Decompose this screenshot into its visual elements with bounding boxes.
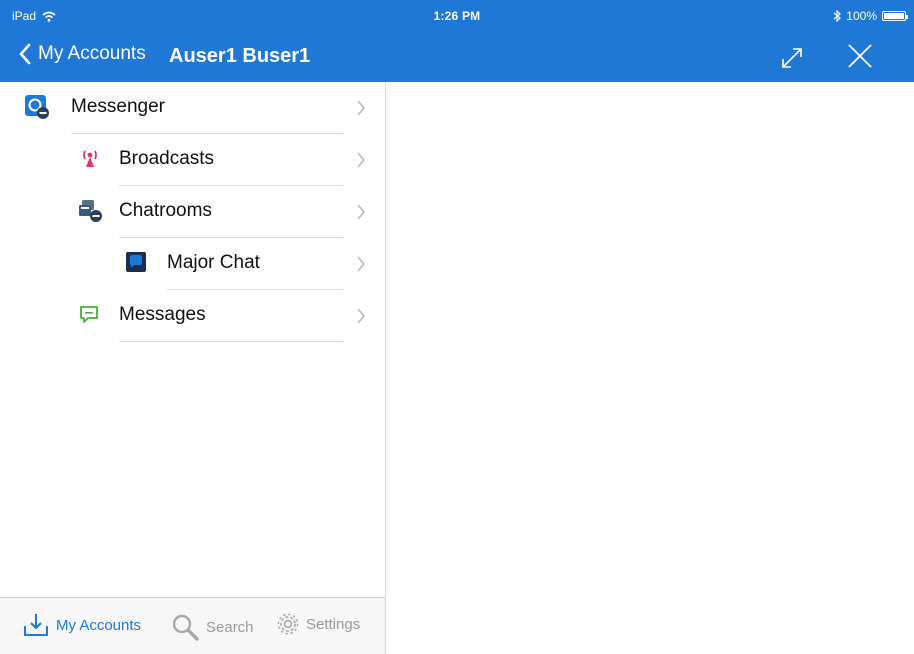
chevron-right-icon xyxy=(357,152,366,168)
tab-my-accounts[interactable]: My Accounts xyxy=(22,612,141,638)
close-icon[interactable] xyxy=(846,42,874,70)
sidebar-item-messages[interactable]: Messages xyxy=(0,290,385,342)
sidebar-item-label: Major Chat xyxy=(167,252,260,273)
tab-settings[interactable]: Settings xyxy=(276,612,360,636)
sidebar-item-major-chat[interactable]: Major Chat xyxy=(0,238,385,290)
back-button[interactable]: My Accounts xyxy=(18,43,146,65)
chevron-right-icon xyxy=(357,100,366,116)
battery-icon xyxy=(882,11,908,21)
header-bar: iPad 1:26 PM 100% My Accounts Auser1 Bus… xyxy=(0,0,914,82)
status-time: 1:26 PM xyxy=(433,9,481,23)
sidebar-item-label: Messages xyxy=(119,304,206,325)
chevron-right-icon xyxy=(357,256,366,272)
message-icon xyxy=(80,306,98,323)
search-icon xyxy=(172,614,199,641)
page-title: Auser1 Buser1 xyxy=(169,45,311,67)
battery-percent: 100% xyxy=(846,9,877,23)
sidebar-item-label: Chatrooms xyxy=(119,200,212,221)
sidebar-item-label: Messenger xyxy=(71,96,165,117)
tab-search[interactable]: Search xyxy=(170,612,254,642)
status-bar: iPad 1:26 PM 100% xyxy=(0,0,914,30)
chatrooms-icon xyxy=(79,200,102,222)
gear-icon xyxy=(277,613,299,635)
navigation-bar: My Accounts Auser1 Buser1 xyxy=(0,36,914,76)
sidebar-item-broadcasts[interactable]: Broadcasts xyxy=(0,134,385,186)
detail-pane xyxy=(386,82,914,654)
back-label: My Accounts xyxy=(38,43,146,64)
expand-icon[interactable] xyxy=(778,44,806,72)
tab-label: My Accounts xyxy=(56,616,142,634)
chevron-right-icon xyxy=(357,204,366,220)
divider xyxy=(119,341,343,342)
sidebar-item-messenger[interactable]: Messenger xyxy=(0,82,385,134)
messenger-icon xyxy=(25,95,49,119)
bluetooth-icon xyxy=(833,10,842,22)
broadcast-tower-icon xyxy=(83,150,97,167)
sidebar-item-chatrooms[interactable]: Chatrooms xyxy=(0,186,385,238)
tab-label: Settings xyxy=(306,615,361,633)
tab-label: Search xyxy=(206,618,254,636)
sidebar: Messenger Broadcasts Chatrooms Major Cha… xyxy=(0,82,386,654)
accounts-download-icon xyxy=(24,614,48,636)
chevron-left-icon xyxy=(19,43,31,65)
tab-bar: My Accounts Search Settings xyxy=(0,597,385,654)
sidebar-item-label: Broadcasts xyxy=(119,148,215,169)
chat-bubble-icon xyxy=(126,252,146,272)
chevron-right-icon xyxy=(357,308,366,324)
